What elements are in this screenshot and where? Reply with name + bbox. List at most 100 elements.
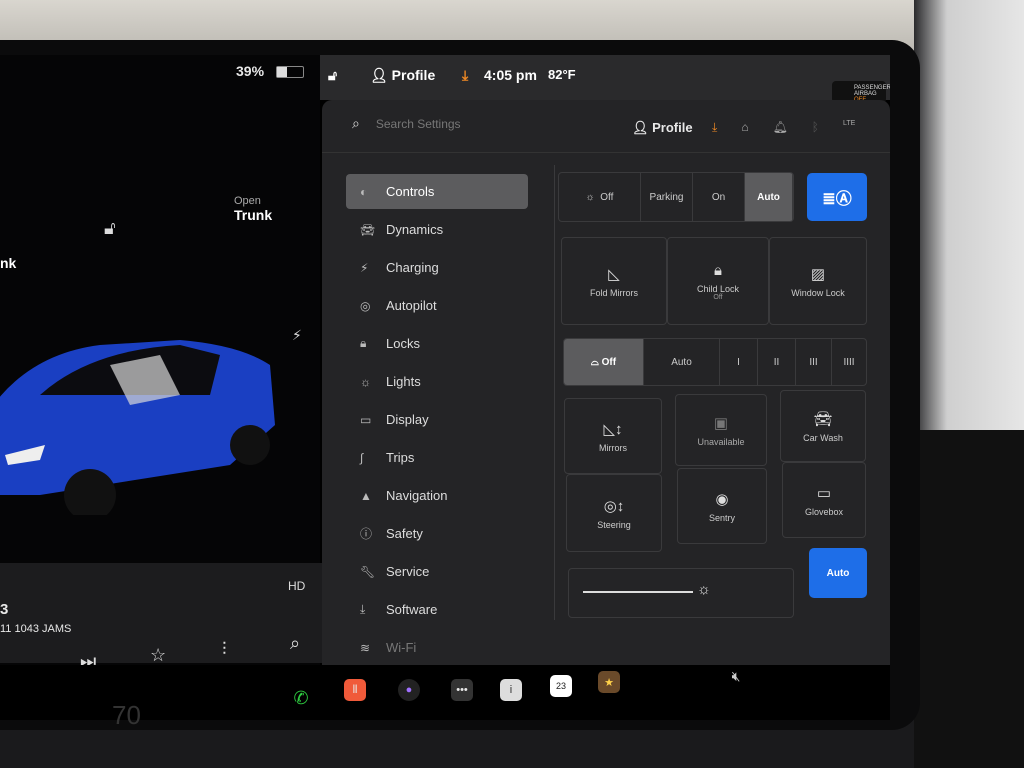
glovebox-icon: ▭ <box>816 484 832 502</box>
display-brightness-slider[interactable]: ☼ <box>568 568 794 618</box>
nav-wifi[interactable]: ≋ Wi-Fi <box>346 630 528 665</box>
nav-software[interactable]: ⤓ Software <box>346 592 528 627</box>
more-apps-icon[interactable]: ••• <box>451 679 473 701</box>
car-model <box>0 340 275 515</box>
light-icon: ☼ <box>360 374 371 389</box>
wiper-speed-1[interactable]: I <box>720 339 758 385</box>
brightness-icon: ☼ <box>697 581 711 598</box>
toybox-app-icon[interactable]: ★ <box>598 671 620 693</box>
homelink-icon[interactable]: ⌂ <box>741 120 748 135</box>
phone-icon[interactable]: ✆ <box>290 687 312 709</box>
car-panel: 39% Open Trunk nk 🔓︎ ⚡︎ 3 11 1043 JAMS HD… <box>0 55 330 679</box>
settings-profile-button[interactable]: 👤︎ Profile <box>632 120 693 136</box>
camera-icon: ▣ <box>713 414 729 432</box>
car-wash-button[interactable]: 🚘︎ Car Wash <box>780 390 866 462</box>
unavailable-button[interactable]: ▣ Unavailable <box>675 394 767 466</box>
nav-autopilot[interactable]: ◎ Autopilot <box>346 288 528 323</box>
wrench-icon: 🔧︎ <box>360 564 376 579</box>
background-dash <box>914 0 1024 768</box>
media-search-button[interactable]: ⌕ <box>290 633 300 654</box>
trips-icon: ∫ <box>360 450 364 465</box>
wiper-speed-2[interactable]: II <box>758 339 796 385</box>
bluetooth-icon[interactable]: ᛒ <box>812 120 819 135</box>
lock-icon[interactable]: 🔓︎ <box>328 67 337 84</box>
media-station: 11 1043 JAMS <box>0 623 72 635</box>
settings-panel: ⌕ Search Settings 👤︎ Profile ⤓ ⌂ 🔔︎ ᛒ LTE… <box>322 100 890 665</box>
lights-off-option[interactable]: ☼ Off <box>559 173 641 221</box>
wiper-icon: ⌓ <box>590 356 599 368</box>
download-icon[interactable]: ⤓ <box>712 120 717 135</box>
nav-controls[interactable]: ◐ Controls <box>346 174 528 209</box>
search-icon: ⌕ <box>352 115 360 131</box>
charge-port-icon[interactable]: ⚡︎ <box>292 327 302 344</box>
auto-high-beam-icon: ≣Ⓐ <box>822 191 852 208</box>
lights-auto-option[interactable]: Auto <box>745 173 793 221</box>
bolt-icon: ⚡︎ <box>360 260 369 275</box>
child-lock-button[interactable]: 🔒︎ Child Lock Off <box>667 237 769 325</box>
mirrors-adjust-button[interactable]: ◺↕ Mirrors <box>564 398 662 474</box>
nav-safety[interactable]: ⓘ Safety <box>346 516 528 551</box>
download-icon: ⤓ <box>360 602 366 616</box>
lte-signal-icon: LTE <box>843 120 856 127</box>
child-lock-icon: 🔒︎ <box>714 261 722 279</box>
hd-radio-icon: HD <box>288 579 306 593</box>
open-trunk-button[interactable]: Open Trunk <box>234 195 272 223</box>
camera-app-icon[interactable]: ● <box>398 679 420 701</box>
sentry-button[interactable]: ◉ Sentry <box>677 468 767 544</box>
nav-lights[interactable]: ☼ Lights <box>346 364 528 399</box>
wiper-speed-4[interactable]: IIII <box>832 339 866 385</box>
navigation-icon: ▲ <box>360 488 372 503</box>
status-profile[interactable]: 👤︎ Profile <box>370 67 435 84</box>
nav-navigation[interactable]: ▲ Navigation <box>346 478 528 513</box>
wiper-speed-3[interactable]: III <box>796 339 832 385</box>
media-player: 3 11 1043 JAMS HD ■ ⏭︎ ☆ ⫶ ⌕ <box>0 563 330 679</box>
calendar-app-icon[interactable]: 23 <box>550 675 572 697</box>
sentry-icon: ◉ <box>715 490 729 508</box>
wiper-off-option[interactable]: ⌓ Off <box>564 339 644 385</box>
lights-parking-option[interactable]: Parking <box>641 173 693 221</box>
lights-on-option[interactable]: On <box>693 173 745 221</box>
window-lock-icon: ▨ <box>810 265 826 283</box>
touchscreen: 39% Open Trunk nk 🔓︎ ⚡︎ 3 11 1043 JAMS HD… <box>0 55 890 720</box>
glovebox-button[interactable]: ▭ Glovebox <box>782 462 866 538</box>
mute-volume-icon[interactable]: 🔇︎ <box>725 665 747 687</box>
status-bar: 🔓︎ 👤︎ Profile ⤓ 4:05 pm 82°F PASSENGER AI… <box>320 55 890 103</box>
steering-adjust-icon: ◎↕ <box>603 497 625 515</box>
brightness-auto-button[interactable]: Auto <box>809 548 867 598</box>
display-icon: ▭ <box>360 412 372 427</box>
auto-high-beam-button[interactable]: ≣Ⓐ <box>807 173 867 221</box>
unlock-icon[interactable]: 🔓︎ <box>104 218 116 239</box>
car-wash-icon: 🚘︎ <box>813 410 833 428</box>
steering-adjust-button[interactable]: ◎↕ Steering <box>566 474 662 552</box>
car-icon: 🚘︎ <box>360 222 376 237</box>
wiper-auto-option[interactable]: Auto <box>644 339 720 385</box>
headlights-selector: ☼ Off Parking On Auto <box>558 172 794 222</box>
lock-icon: 🔒︎ <box>360 336 367 350</box>
battery-icon <box>276 66 304 78</box>
nav-dynamics[interactable]: 🚘︎ Dynamics <box>346 212 528 247</box>
search-input[interactable]: ⌕ Search Settings <box>352 115 461 132</box>
manual-app-icon[interactable]: i <box>500 679 522 701</box>
settings-nav: ◐ Controls 🚘︎ Dynamics ⚡︎ Charging ◎ Autopil… <box>346 174 528 668</box>
battery-percent: 39% <box>236 63 265 79</box>
outside-temp: 82°F <box>548 67 576 82</box>
nav-charging[interactable]: ⚡︎ Charging <box>346 250 528 285</box>
nav-display[interactable]: ▭ Display <box>346 402 528 437</box>
favorite-star-button[interactable]: ☆ <box>150 645 166 666</box>
audio-app-icon[interactable]: ⦀ <box>344 679 366 701</box>
media-title: 3 <box>0 601 9 618</box>
steering-wheel-icon: ◎ <box>360 298 371 313</box>
window-lock-button[interactable]: ▨ Window Lock <box>769 237 867 325</box>
nav-locks[interactable]: 🔒︎ Locks <box>346 326 528 361</box>
download-icon[interactable]: ⤓ <box>462 67 468 84</box>
mirror-adjust-icon: ◺↕ <box>603 420 623 438</box>
frunk-button[interactable]: nk <box>0 255 16 271</box>
equalizer-button[interactable]: ⫶ <box>222 639 227 660</box>
nav-trips[interactable]: ∫ Trips <box>346 440 528 475</box>
wifi-icon: ≋ <box>360 640 371 655</box>
climate-temperature[interactable]: 70 <box>112 700 141 731</box>
wiper-selector: ⌓ Off Auto I II III IIII <box>563 338 867 386</box>
bell-icon[interactable]: 🔔︎ <box>773 120 788 135</box>
fold-mirrors-button[interactable]: ◺ Fold Mirrors <box>561 237 667 325</box>
nav-service[interactable]: 🔧︎ Service <box>346 554 528 589</box>
